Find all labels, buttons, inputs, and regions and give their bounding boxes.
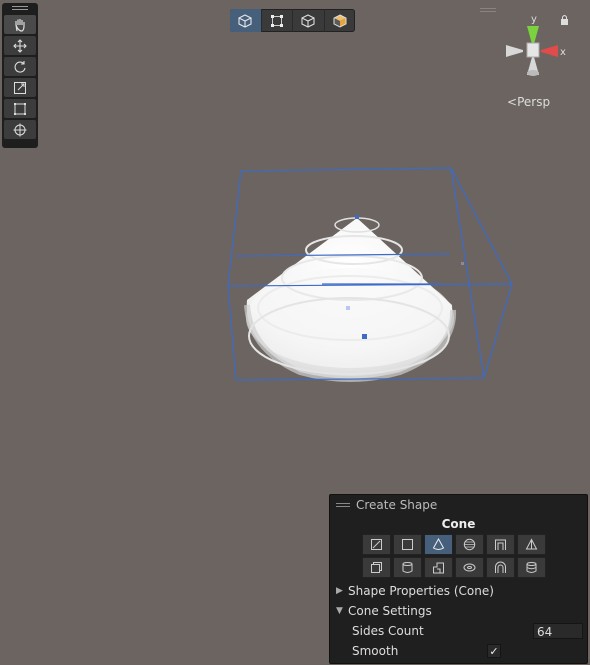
vertex-mode-icon: [270, 14, 283, 27]
hand-tool-button[interactable]: [4, 15, 36, 34]
face-mode-button[interactable]: [325, 9, 356, 32]
shape-door-button[interactable]: [486, 534, 515, 555]
pipe-icon: [495, 561, 506, 573]
shape-stair-button[interactable]: [362, 557, 391, 578]
door-icon: [495, 539, 506, 550]
shape-pipe-button[interactable]: [486, 557, 515, 578]
shape-properties-foldout[interactable]: ▶ Shape Properties (Cone): [330, 581, 587, 601]
triangle-down-icon: ▼: [336, 606, 343, 616]
object-mode-icon: [238, 13, 252, 28]
stair-icon: [371, 562, 382, 573]
panel-title: Create Shape: [356, 498, 438, 512]
edit-mode-toolbar: [230, 9, 355, 32]
triangle-right-icon: ▶: [336, 586, 343, 596]
tools-overlay: [2, 3, 38, 148]
prism-icon: [525, 538, 538, 550]
cone-settings-foldout[interactable]: ▼ Cone Settings: [330, 601, 587, 621]
dock-grip[interactable]: [480, 8, 496, 14]
object-mode-button[interactable]: [230, 9, 262, 32]
sides-count-label: Sides Count: [352, 624, 424, 638]
smooth-row: Smooth ✓: [330, 641, 587, 661]
orientation-gizmo[interactable]: y x: [500, 12, 575, 92]
rotate-icon: [14, 60, 26, 73]
transform-icon: [13, 123, 27, 136]
transform-tool-button[interactable]: [4, 120, 36, 139]
sides-count-field[interactable]: 64: [533, 623, 583, 639]
gizmo-x-label: x: [560, 47, 566, 58]
gizmo-y-label: y: [531, 14, 537, 25]
shape-sphere-button[interactable]: [455, 534, 484, 555]
cone-mesh: [244, 217, 457, 382]
rotate-tool-button[interactable]: [4, 57, 36, 76]
arch-icon: [433, 562, 444, 574]
sphere-icon: [463, 538, 476, 551]
plane-icon: [371, 539, 382, 550]
edge-mode-icon: [301, 13, 315, 28]
cylinder-icon: [402, 562, 413, 573]
smooth-checkbox[interactable]: ✓: [487, 644, 501, 658]
vertex-mode-button[interactable]: [262, 9, 293, 32]
shape-cube-button[interactable]: [393, 534, 422, 555]
panel-grip[interactable]: [336, 501, 350, 509]
face-mode-icon: [333, 13, 347, 28]
move-icon: [13, 38, 27, 53]
cone-settings-label: Cone Settings: [348, 604, 432, 618]
overlay-grip[interactable]: [2, 3, 38, 13]
shape-cone-button[interactable]: [424, 534, 453, 555]
torus-icon: [463, 563, 476, 572]
sides-count-row: Sides Count 64: [330, 621, 587, 641]
move-tool-button[interactable]: [4, 36, 36, 55]
projection-label: Persp: [517, 95, 551, 109]
rect-tool-button[interactable]: [4, 99, 36, 118]
smooth-label: Smooth: [352, 644, 399, 658]
projection-toggle[interactable]: <Persp: [507, 95, 550, 109]
shape-drum-button[interactable]: [517, 557, 546, 578]
chevron-left-icon: <: [507, 95, 518, 109]
shape-arch-button[interactable]: [424, 557, 453, 578]
hand-icon: [15, 18, 25, 32]
shape-grid: [362, 534, 587, 578]
shape-properties-label: Shape Properties (Cone): [348, 584, 494, 598]
selected-shape-name: Cone: [441, 517, 476, 531]
shape-torus-button[interactable]: [455, 557, 484, 578]
scale-icon: [14, 81, 26, 94]
shape-plane-button[interactable]: [362, 534, 391, 555]
cone-icon: [432, 538, 445, 550]
scale-tool-button[interactable]: [4, 78, 36, 97]
rect-tool-icon: [14, 102, 26, 115]
edge-mode-button[interactable]: [293, 9, 325, 32]
shape-cylinder-button[interactable]: [393, 557, 422, 578]
shape-prism-button[interactable]: [517, 534, 546, 555]
lock-icon[interactable]: [561, 15, 568, 26]
selection-bounds: [227, 167, 513, 379]
cube-icon: [402, 539, 413, 550]
drum-icon: [526, 562, 537, 573]
create-shape-panel: Create Shape Cone ▶ Shape Properties (Co…: [329, 494, 588, 664]
